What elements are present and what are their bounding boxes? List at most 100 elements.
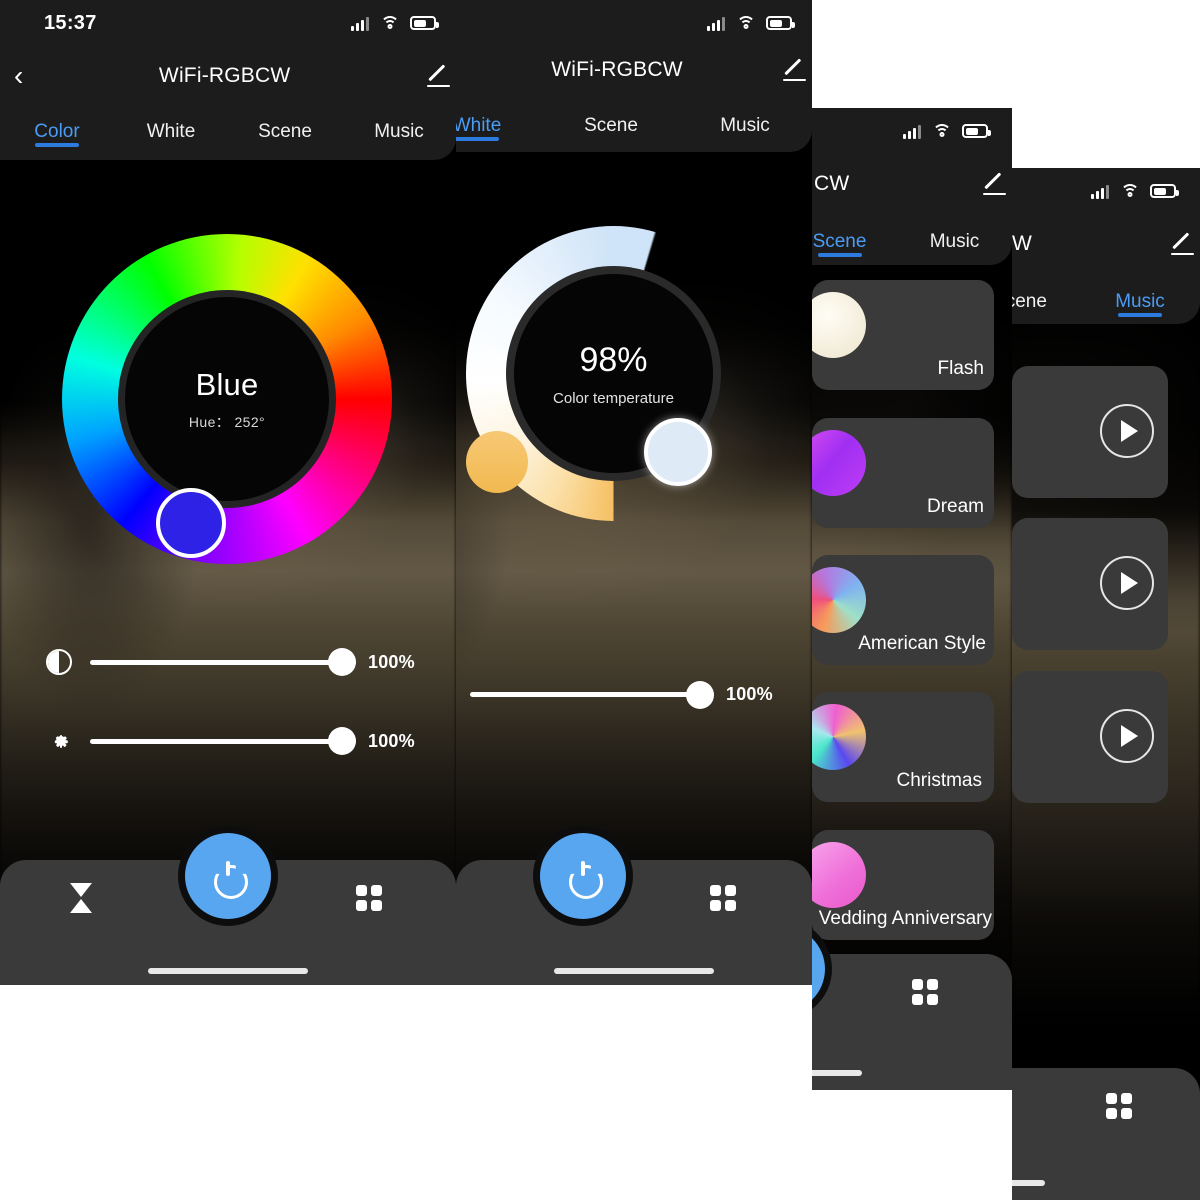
play-icon[interactable]: [1100, 404, 1154, 458]
tab-white[interactable]: White: [114, 121, 228, 143]
tab-bar-scene: Color White Scene Music: [812, 220, 1012, 264]
page-title: WiFi-RGBCW: [158, 64, 291, 87]
grid-apps-icon: [710, 885, 736, 911]
status-icons-dup: [351, 16, 439, 31]
hue-value-label: Hue： 252°: [188, 413, 266, 430]
temperature-knob[interactable]: [644, 418, 712, 486]
apps-button[interactable]: [912, 954, 938, 1030]
grid-apps-icon: [1106, 1093, 1132, 1119]
power-button[interactable]: [540, 833, 626, 919]
scene-label: Flash: [937, 358, 984, 379]
edit-pencil-icon[interactable]: [968, 168, 1012, 200]
status-icons: [1091, 184, 1179, 199]
color-wheel-center: Blue Hue： 252°: [125, 297, 329, 501]
temperature-arc-warm-cap: [466, 431, 528, 493]
app-bar: W: [1012, 226, 1200, 262]
color-wheel[interactable]: Blue Hue： 252°: [62, 234, 392, 564]
music-card-3[interactable]: [1012, 671, 1168, 803]
phone-panel-music: W Color White Scene Music: [1012, 168, 1200, 1200]
edit-pencil-icon[interactable]: [412, 60, 456, 92]
tab-scene[interactable]: Scene: [1012, 291, 1080, 313]
temperature-value: 98%: [579, 340, 648, 379]
music-card-2[interactable]: [1012, 518, 1168, 650]
phone-panel-scene: CW Color White Scene Music Flash Dream A…: [812, 108, 1012, 1090]
tab-music[interactable]: Music: [342, 121, 456, 143]
grid-apps-icon: [912, 979, 938, 1005]
apps-button[interactable]: [356, 860, 382, 936]
hue-selector-knob[interactable]: [156, 488, 226, 558]
tab-bar-white: Color White Scene Music: [456, 104, 812, 148]
brightness-icon: [44, 724, 78, 758]
play-icon[interactable]: [1100, 709, 1154, 763]
signal-bars-icon: [903, 124, 921, 139]
status-icons: [903, 124, 991, 139]
timer-button[interactable]: [70, 860, 92, 936]
contrast-slider-knob[interactable]: [328, 648, 356, 676]
apps-button[interactable]: [1106, 1068, 1132, 1144]
bottom-bar: [456, 860, 812, 985]
scene-card-dream[interactable]: Dream: [812, 418, 994, 528]
bottom-bar: [1012, 1068, 1200, 1200]
tab-music[interactable]: Music: [897, 231, 1012, 253]
brightness-slider-row: 100%: [44, 724, 424, 758]
tab-scene[interactable]: Scene: [228, 121, 342, 143]
brightness-slider-track[interactable]: [470, 680, 714, 709]
scene-label: American Style: [858, 633, 986, 654]
signal-bars-icon: [1091, 184, 1109, 199]
scene-thumb-dream: [812, 430, 866, 496]
brightness-value: 100%: [368, 730, 415, 751]
brightness-slider-knob[interactable]: [686, 680, 714, 709]
page-title-clipped: W: [1012, 232, 1033, 255]
phone-panel-color: 15:37 ‹ WiFi-RGBCW 15:37 ‹ WiFi-RG: [0, 0, 456, 985]
scene-label: Dream: [926, 496, 984, 517]
battery-icon: [962, 124, 991, 138]
play-icon[interactable]: [1100, 556, 1154, 610]
contrast-icon: [44, 645, 78, 679]
contrast-value: 100%: [368, 651, 415, 672]
battery-icon: [410, 16, 439, 30]
tab-scene[interactable]: Scene: [812, 231, 897, 253]
tab-scene[interactable]: Scene: [544, 115, 678, 137]
home-indicator: [812, 1070, 862, 1076]
wifi-icon: [1120, 184, 1139, 198]
page-title: WiFi-RGBCW: [551, 58, 683, 81]
bottom-bar: [812, 954, 1012, 1090]
tab-bar-color: Color White Scene Music: [0, 110, 456, 154]
app-bar: WiFi-RGBCW: [456, 52, 812, 88]
tab-bar-music: Color White Scene Music: [1012, 280, 1200, 324]
scene-card-christmas[interactable]: Christmas: [812, 692, 994, 802]
scene-label: Christmas: [896, 770, 982, 791]
tab-music[interactable]: Music: [1080, 291, 1200, 313]
contrast-slider-track[interactable]: [90, 648, 356, 676]
brightness-slider-knob[interactable]: [328, 727, 356, 755]
scene-card-flash[interactable]: Flash: [812, 280, 994, 390]
back-button[interactable]: ‹: [0, 62, 37, 90]
edit-pencil-icon[interactable]: [768, 54, 812, 86]
scene-thumb-american-style: [812, 567, 866, 633]
scene-thumb-christmas: [812, 704, 866, 770]
tab-color[interactable]: Color: [0, 121, 114, 143]
wifi-icon: [380, 16, 399, 30]
brightness-slider-track[interactable]: [90, 727, 356, 755]
apps-button[interactable]: [710, 860, 736, 936]
home-indicator: [1012, 1180, 1045, 1186]
tab-music[interactable]: Music: [678, 115, 812, 137]
edit-pencil-icon[interactable]: [1156, 228, 1200, 260]
grid-apps-icon: [356, 885, 382, 911]
app-bar-top: ‹ WiFi-RGBCW: [0, 58, 456, 94]
hourglass-timer-icon: [70, 883, 92, 913]
music-card-1[interactable]: [1012, 366, 1168, 498]
scene-card-wedding-anniversary[interactable]: Vedding Anniversary: [812, 830, 994, 940]
status-time-dup: 15:37: [44, 11, 97, 34]
signal-bars-icon: [351, 16, 369, 31]
tab-white[interactable]: White: [456, 115, 544, 137]
screenshot-stage: 15:37 ‹ WiFi-RGBCW 15:37 ‹ WiFi-RG: [0, 0, 1200, 1200]
power-icon: [213, 861, 243, 891]
status-bar: [456, 0, 812, 46]
scene-thumb-flash: [812, 292, 866, 358]
battery-icon: [1150, 184, 1179, 198]
scene-card-american-style[interactable]: American Style: [812, 555, 994, 665]
color-temperature-wheel[interactable]: 98% Color temperature: [466, 226, 761, 521]
power-button[interactable]: [185, 833, 271, 919]
brightness-slider-row: 100%: [456, 680, 796, 709]
